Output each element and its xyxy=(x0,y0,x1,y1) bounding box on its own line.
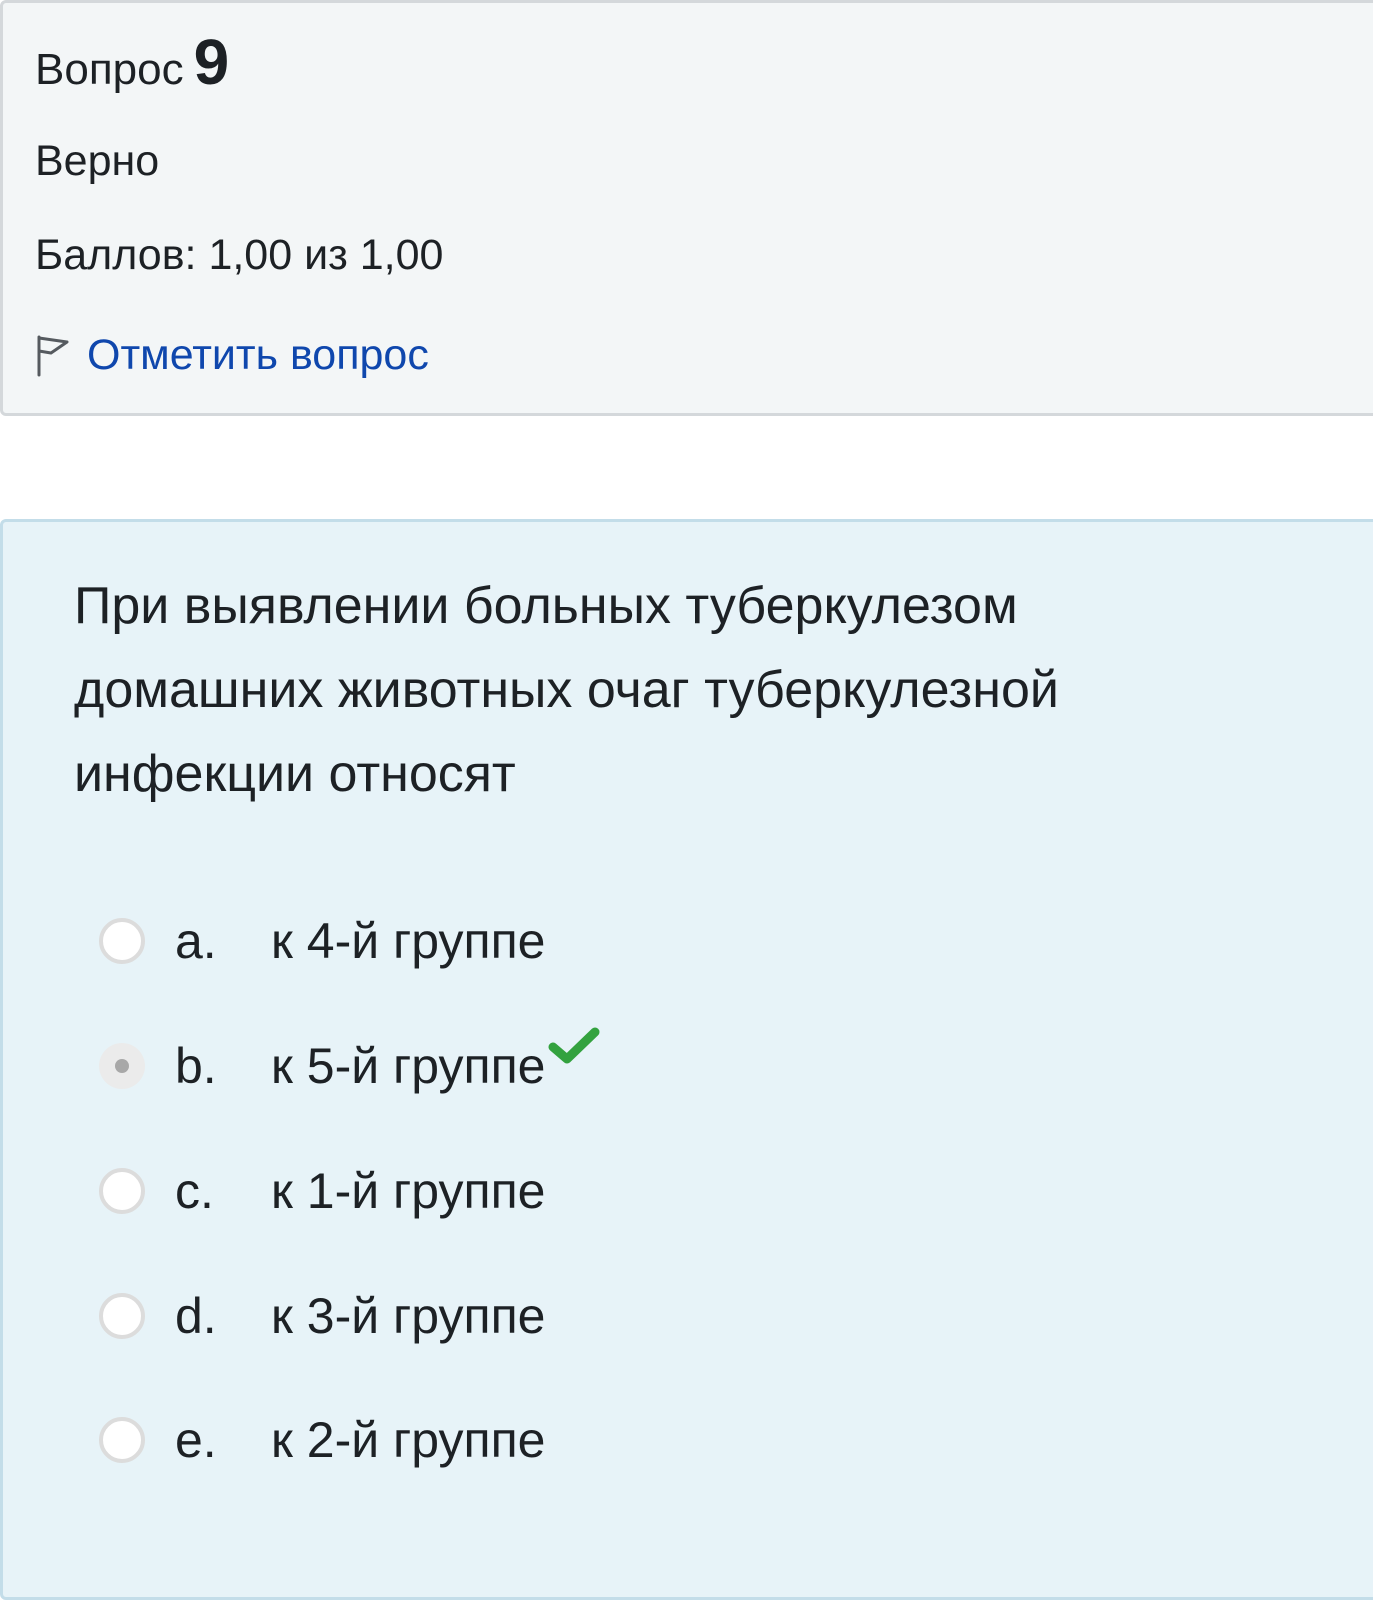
answer-option-b[interactable]: b. к 5-й группе xyxy=(99,1027,600,1102)
answer-letter-e: e. xyxy=(175,1412,217,1468)
answer-option-d[interactable]: d. к 3-й группе xyxy=(99,1280,546,1352)
question-number-heading: Вопрос 9 xyxy=(35,25,229,99)
answer-letter-d: d. xyxy=(175,1288,217,1344)
answer-letter-b: b. xyxy=(175,1038,217,1094)
question-grade: Баллов: 1,00 из 1,00 xyxy=(35,231,444,279)
question-text: При выявлении больных туберкулезом домаш… xyxy=(74,577,1059,803)
answer-text-e: к 2-й группе xyxy=(271,1412,546,1468)
answer-radio-b[interactable] xyxy=(99,1043,145,1089)
answer-letter-a: a. xyxy=(175,913,217,969)
answer-text-b: к 5-й группе xyxy=(271,1038,546,1094)
question-word: Вопрос xyxy=(35,45,184,94)
flag-icon xyxy=(37,335,69,377)
question-info-panel: Вопрос 9 Верно Баллов: 1,00 из 1,00 Отмет… xyxy=(0,0,1373,416)
question-state: Верно xyxy=(35,137,160,185)
answer-radio-e[interactable] xyxy=(99,1417,145,1463)
answer-radio-d[interactable] xyxy=(99,1293,145,1339)
answer-text-d: к 3-й группе xyxy=(271,1288,546,1344)
question-number: 9 xyxy=(193,26,230,98)
question-content-panel: При выявлении больных туберкулезом домаш… xyxy=(0,519,1373,1600)
answer-option-e[interactable]: e. к 2-й группе xyxy=(99,1404,546,1476)
check-icon xyxy=(548,1027,599,1064)
answer-option-a[interactable]: a. к 4-й группе xyxy=(99,905,546,977)
quiz-page: Вопрос 9 Верно Баллов: 1,00 из 1,00 Отмет… xyxy=(0,0,1373,1600)
answer-option-c[interactable]: c. к 1-й группе xyxy=(99,1155,546,1227)
answer-letter-c: c. xyxy=(175,1163,214,1219)
answer-radio-a[interactable] xyxy=(99,918,145,964)
flag-question-label[interactable]: Отметить вопрос xyxy=(87,331,429,380)
answer-text-a: к 4-й группе xyxy=(271,913,546,969)
answer-text-c: к 1-й группе xyxy=(271,1163,546,1219)
flag-question-link[interactable]: Отметить вопрос xyxy=(33,325,429,385)
answer-radio-c[interactable] xyxy=(99,1168,145,1214)
